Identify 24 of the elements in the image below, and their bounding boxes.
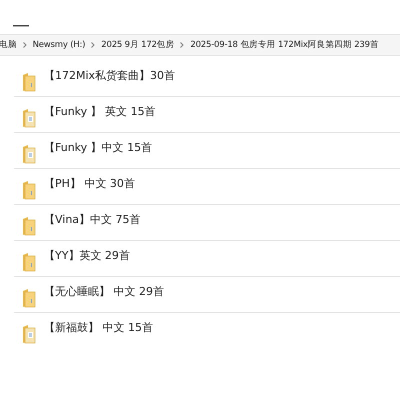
folder-name[interactable]: 【PH】 中文 30首 xyxy=(44,176,135,192)
folder-name[interactable]: 【Vina】中文 75首 xyxy=(44,212,141,228)
folder-name[interactable]: 【无心睡眠】 中文 29首 xyxy=(44,284,164,300)
folder-name[interactable]: 【新福鼓】 中文 15首 xyxy=(44,320,153,336)
folder-icon xyxy=(22,288,36,308)
folder-name[interactable]: 【172Mix私货套曲】30首 xyxy=(44,68,176,84)
folder-document-icon xyxy=(22,108,36,128)
folder-icon xyxy=(22,216,36,236)
folder-name[interactable]: 【YY】英文 29首 xyxy=(44,248,130,264)
folder-icon xyxy=(22,72,36,92)
folder-name[interactable]: 【Funky 】 英文 15首 xyxy=(44,104,156,120)
minimize-icon[interactable] xyxy=(13,25,29,28)
breadcrumb-item[interactable]: 2025-09-18 包房专用 172Mix阿良第四期 239首 xyxy=(190,38,379,52)
folder-icon xyxy=(22,180,36,200)
breadcrumb-item[interactable]: 2025 9月 172包房 xyxy=(101,38,174,52)
chevron-right-icon xyxy=(91,42,96,48)
chevron-right-icon xyxy=(22,42,27,48)
folder-name[interactable]: 【Funky 】中文 15首 xyxy=(44,140,152,156)
folder-icon xyxy=(22,252,36,272)
breadcrumb-item[interactable]: 电脑 xyxy=(0,38,17,52)
breadcrumb-item[interactable]: Newsmy (H:) xyxy=(32,38,86,52)
folder-document-icon xyxy=(22,324,36,344)
chevron-right-icon xyxy=(180,42,184,48)
folder-document-icon xyxy=(22,144,36,164)
